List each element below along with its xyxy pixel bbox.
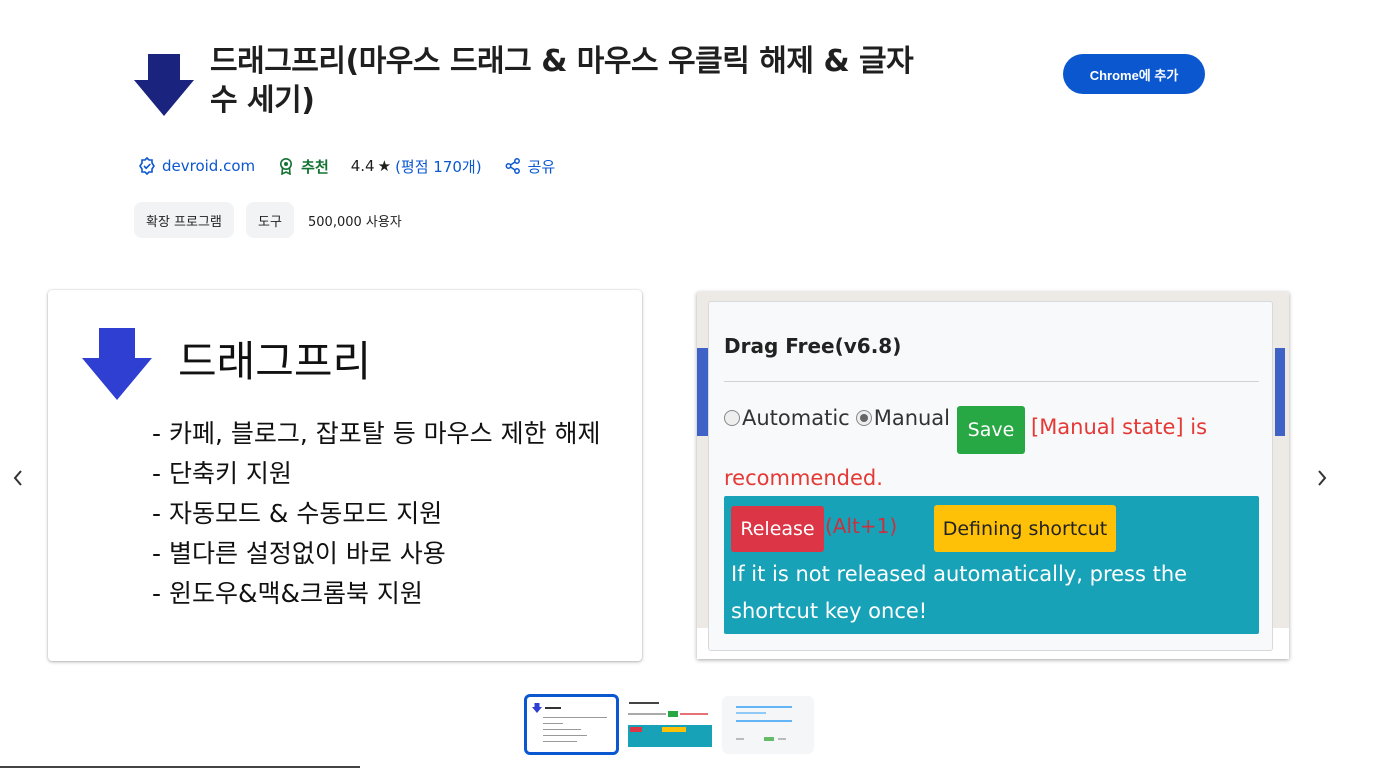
radio-automatic[interactable] xyxy=(724,410,740,426)
extension-logo-arrow-icon xyxy=(134,54,194,116)
rating-star-icon: ★ xyxy=(377,157,392,175)
chip-extension[interactable]: 확장 프로그램 xyxy=(134,202,234,238)
rating-value: 4.4 xyxy=(350,157,375,175)
carousel-prev-button[interactable] xyxy=(6,466,30,490)
carousel-next-button[interactable] xyxy=(1310,466,1334,490)
share-button[interactable]: 공유 xyxy=(528,156,556,177)
slide-arrow-icon xyxy=(82,328,152,400)
feature-item: - 별다른 설정없이 바로 사용 xyxy=(152,539,446,568)
radio-automatic-label: Automatic xyxy=(742,406,850,430)
release-note: If it is not released automatically, pre… xyxy=(731,562,1188,623)
feature-item: - 카페, 블로그, 잡포탈 등 마우스 제한 해제 xyxy=(152,419,601,448)
thumbnail-3[interactable] xyxy=(722,696,814,754)
defining-shortcut-button[interactable]: Defining shortcut xyxy=(934,505,1116,552)
developer-link[interactable]: devroid.com xyxy=(162,157,255,175)
feature-item: - 자동모드 & 수동모드 지원 xyxy=(152,499,443,528)
extension-title: 드래그프리(마우스 드래그 & 마우스 우클릭 해제 & 글자수 세기) xyxy=(210,44,914,118)
divider xyxy=(724,381,1259,382)
award-icon xyxy=(280,158,293,175)
extension-popup: Drag Free(v6.8) Automatic Manual Save [M… xyxy=(708,301,1273,651)
release-button[interactable]: Release xyxy=(731,506,824,552)
verified-badge-icon xyxy=(139,157,155,175)
save-button[interactable]: Save xyxy=(957,406,1025,454)
add-to-chrome-button[interactable]: Chrome에 추가 xyxy=(1063,54,1205,94)
share-icon[interactable] xyxy=(504,157,522,175)
popup-title: Drag Free(v6.8) xyxy=(724,334,902,358)
mode-radio-group: Automatic Manual xyxy=(724,406,950,430)
screenshot-slide-2[interactable]: Drag Free(v6.8) Automatic Manual Save [M… xyxy=(697,292,1289,659)
slide-title: 드래그프리 xyxy=(178,337,372,386)
feature-list: - 카페, 블로그, 잡포탈 등 마우스 제한 해제 - 단축키 지원 - 자동… xyxy=(152,414,601,614)
chevron-left-icon xyxy=(13,470,22,486)
thumbnail-1[interactable] xyxy=(524,694,619,755)
background-page-strip xyxy=(1275,348,1285,436)
feature-item: - 단축키 지원 xyxy=(152,459,292,488)
feature-item: - 윈도우&맥&크롬북 지원 xyxy=(152,579,423,608)
radio-manual-label: Manual xyxy=(873,406,951,430)
radio-manual[interactable] xyxy=(855,410,872,426)
release-panel: Release (Alt+1) Defining shortcut If it … xyxy=(724,496,1259,634)
chevron-right-icon xyxy=(1318,470,1327,486)
thumbnail-2[interactable] xyxy=(624,696,716,754)
screenshot-slide-1[interactable]: 드래그프리 - 카페, 블로그, 잡포탈 등 마우스 제한 해제 - 단축키 지… xyxy=(48,290,642,661)
manual-state-note: [Manual state] is xyxy=(1031,415,1208,439)
shortcut-hint: (Alt+1) xyxy=(825,514,898,538)
user-count: 500,000 사용자 xyxy=(308,214,402,230)
meta-row: devroid.com 추천 4.4 ★ (평점 170개) 공유 xyxy=(138,154,555,178)
recommended-note: recommended. xyxy=(724,466,883,490)
featured-badge[interactable]: 추천 xyxy=(301,156,329,177)
chip-tools[interactable]: 도구 xyxy=(246,202,294,238)
thumb-arrow-icon xyxy=(532,703,542,713)
rating-count-link[interactable]: (평점 170개) xyxy=(395,156,482,177)
